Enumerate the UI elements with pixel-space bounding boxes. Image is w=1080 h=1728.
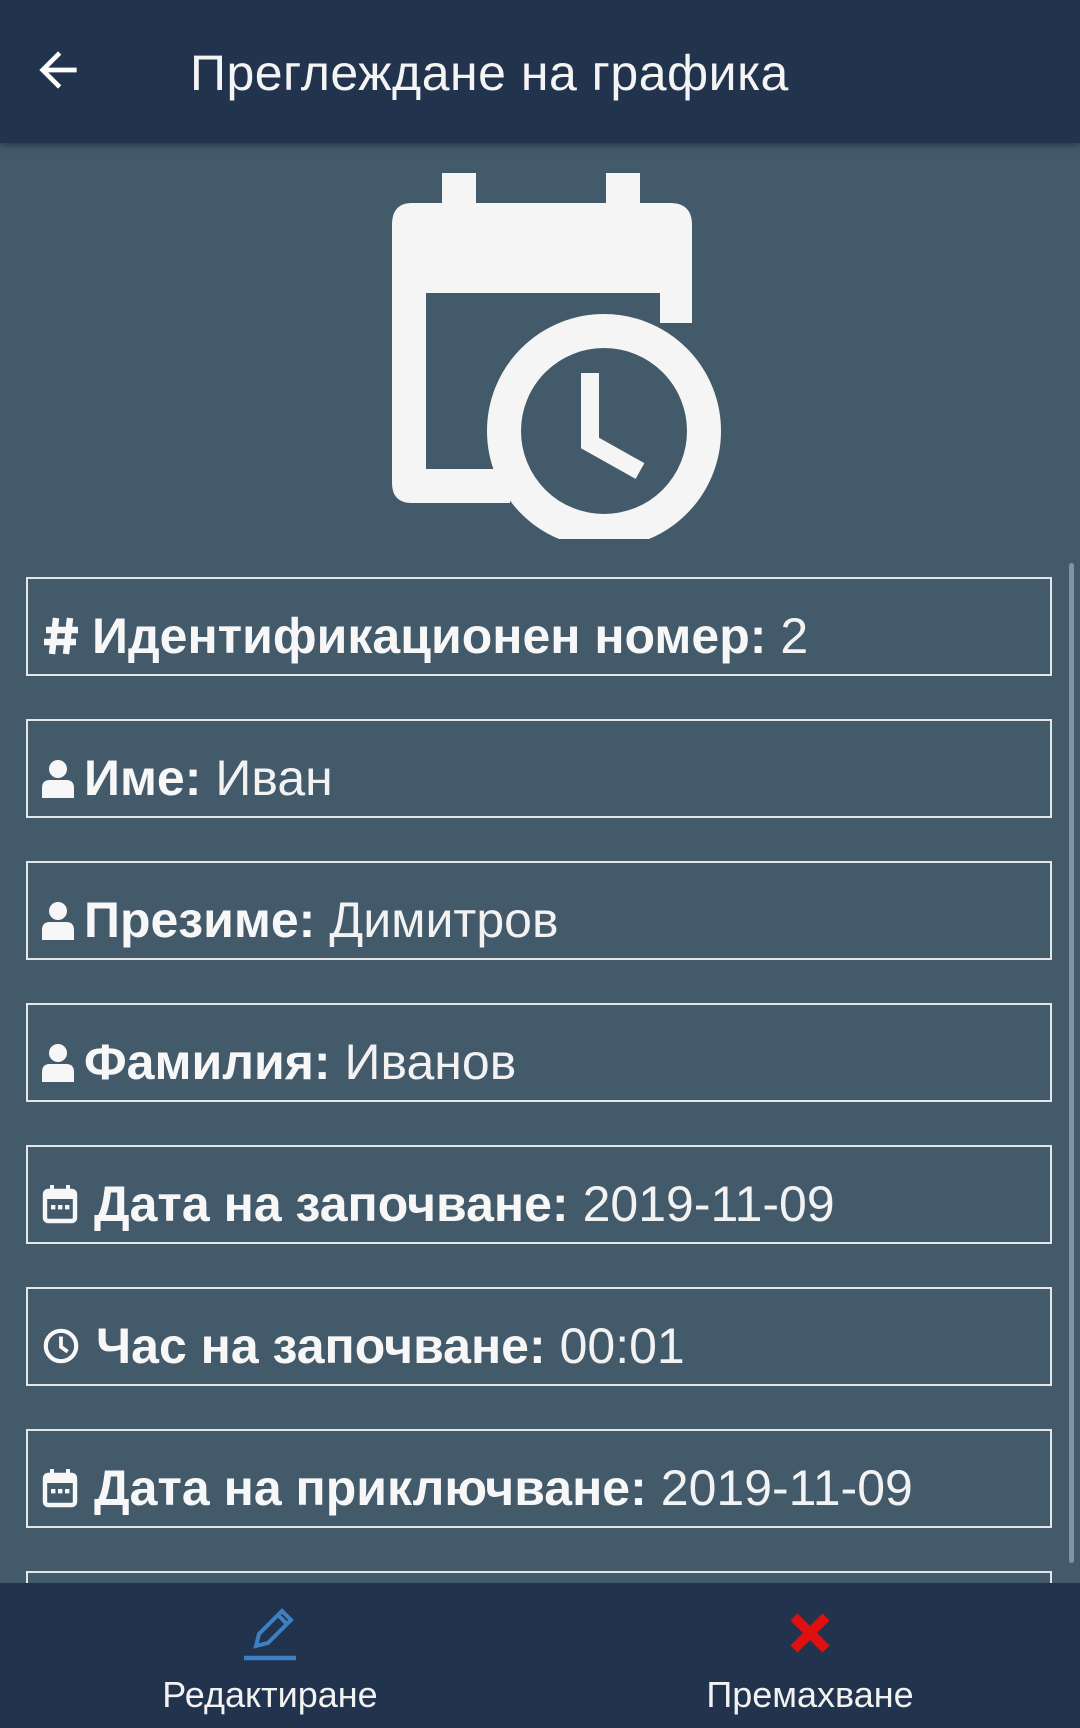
user-icon xyxy=(42,1042,74,1082)
field-label: Презиме: xyxy=(84,892,316,948)
calendar-icon xyxy=(42,1184,78,1224)
calendar-clock-icon xyxy=(392,173,721,539)
field-first-name: Име: Иван xyxy=(26,719,1052,818)
field-value: Димитров xyxy=(329,892,559,948)
x-icon xyxy=(790,1613,830,1653)
remove-button-label: Премахване xyxy=(706,1674,914,1715)
field-partial xyxy=(26,1571,1052,1583)
field-value: Иван xyxy=(215,750,333,806)
user-icon xyxy=(42,758,74,798)
field-label: Дата на приключване: xyxy=(94,1460,647,1516)
field-last-name: Фамилия: Иванов xyxy=(26,1003,1052,1102)
field-end-date: Дата на приключване: 2019-11-09 xyxy=(26,1429,1052,1528)
field-label: Име: xyxy=(84,750,202,806)
field-value: 00:01 xyxy=(559,1318,685,1374)
field-value: 2019-11-09 xyxy=(582,1176,835,1232)
field-label: Час на започване: xyxy=(96,1318,546,1374)
app-bar: Преглеждане на графика xyxy=(0,0,1080,143)
user-icon xyxy=(42,900,74,940)
field-start-time: Час на започване: 00:01 xyxy=(26,1287,1052,1386)
field-value: 2 xyxy=(780,608,809,664)
field-label: Дата на започване: xyxy=(94,1176,569,1232)
field-start-date: Дата на започване: 2019-11-09 xyxy=(26,1145,1052,1244)
field-value: Иванов xyxy=(344,1034,517,1090)
edit-button[interactable]: Редактиране xyxy=(0,1583,540,1728)
pencil-icon xyxy=(244,1608,296,1661)
bottom-action-bar: Редактиране Премахване xyxy=(0,1583,1080,1728)
clock-icon xyxy=(42,1327,80,1365)
back-button[interactable] xyxy=(20,32,96,108)
schedule-view-screen: Преглеждане на графика Идентификационен … xyxy=(0,0,1080,1728)
page-title: Преглеждане на графика xyxy=(190,45,789,101)
field-id: Идентификационен номер: 2 xyxy=(26,577,1052,676)
scrollbar[interactable] xyxy=(1069,563,1074,1563)
field-value: 2019-11-09 xyxy=(660,1460,913,1516)
hash-icon xyxy=(42,614,82,658)
field-label: Фамилия: xyxy=(84,1034,331,1090)
arrow-left-icon xyxy=(39,51,77,89)
calendar-icon xyxy=(42,1468,78,1508)
remove-button[interactable]: Премахване xyxy=(540,1583,1080,1728)
field-label: Идентификационен номер: xyxy=(92,608,767,664)
details-content[interactable]: Идентификационен номер: 2 Име: Иван През… xyxy=(0,143,1080,1583)
field-middle-name: Презиме: Димитров xyxy=(26,861,1052,960)
edit-button-label: Редактиране xyxy=(162,1674,378,1715)
